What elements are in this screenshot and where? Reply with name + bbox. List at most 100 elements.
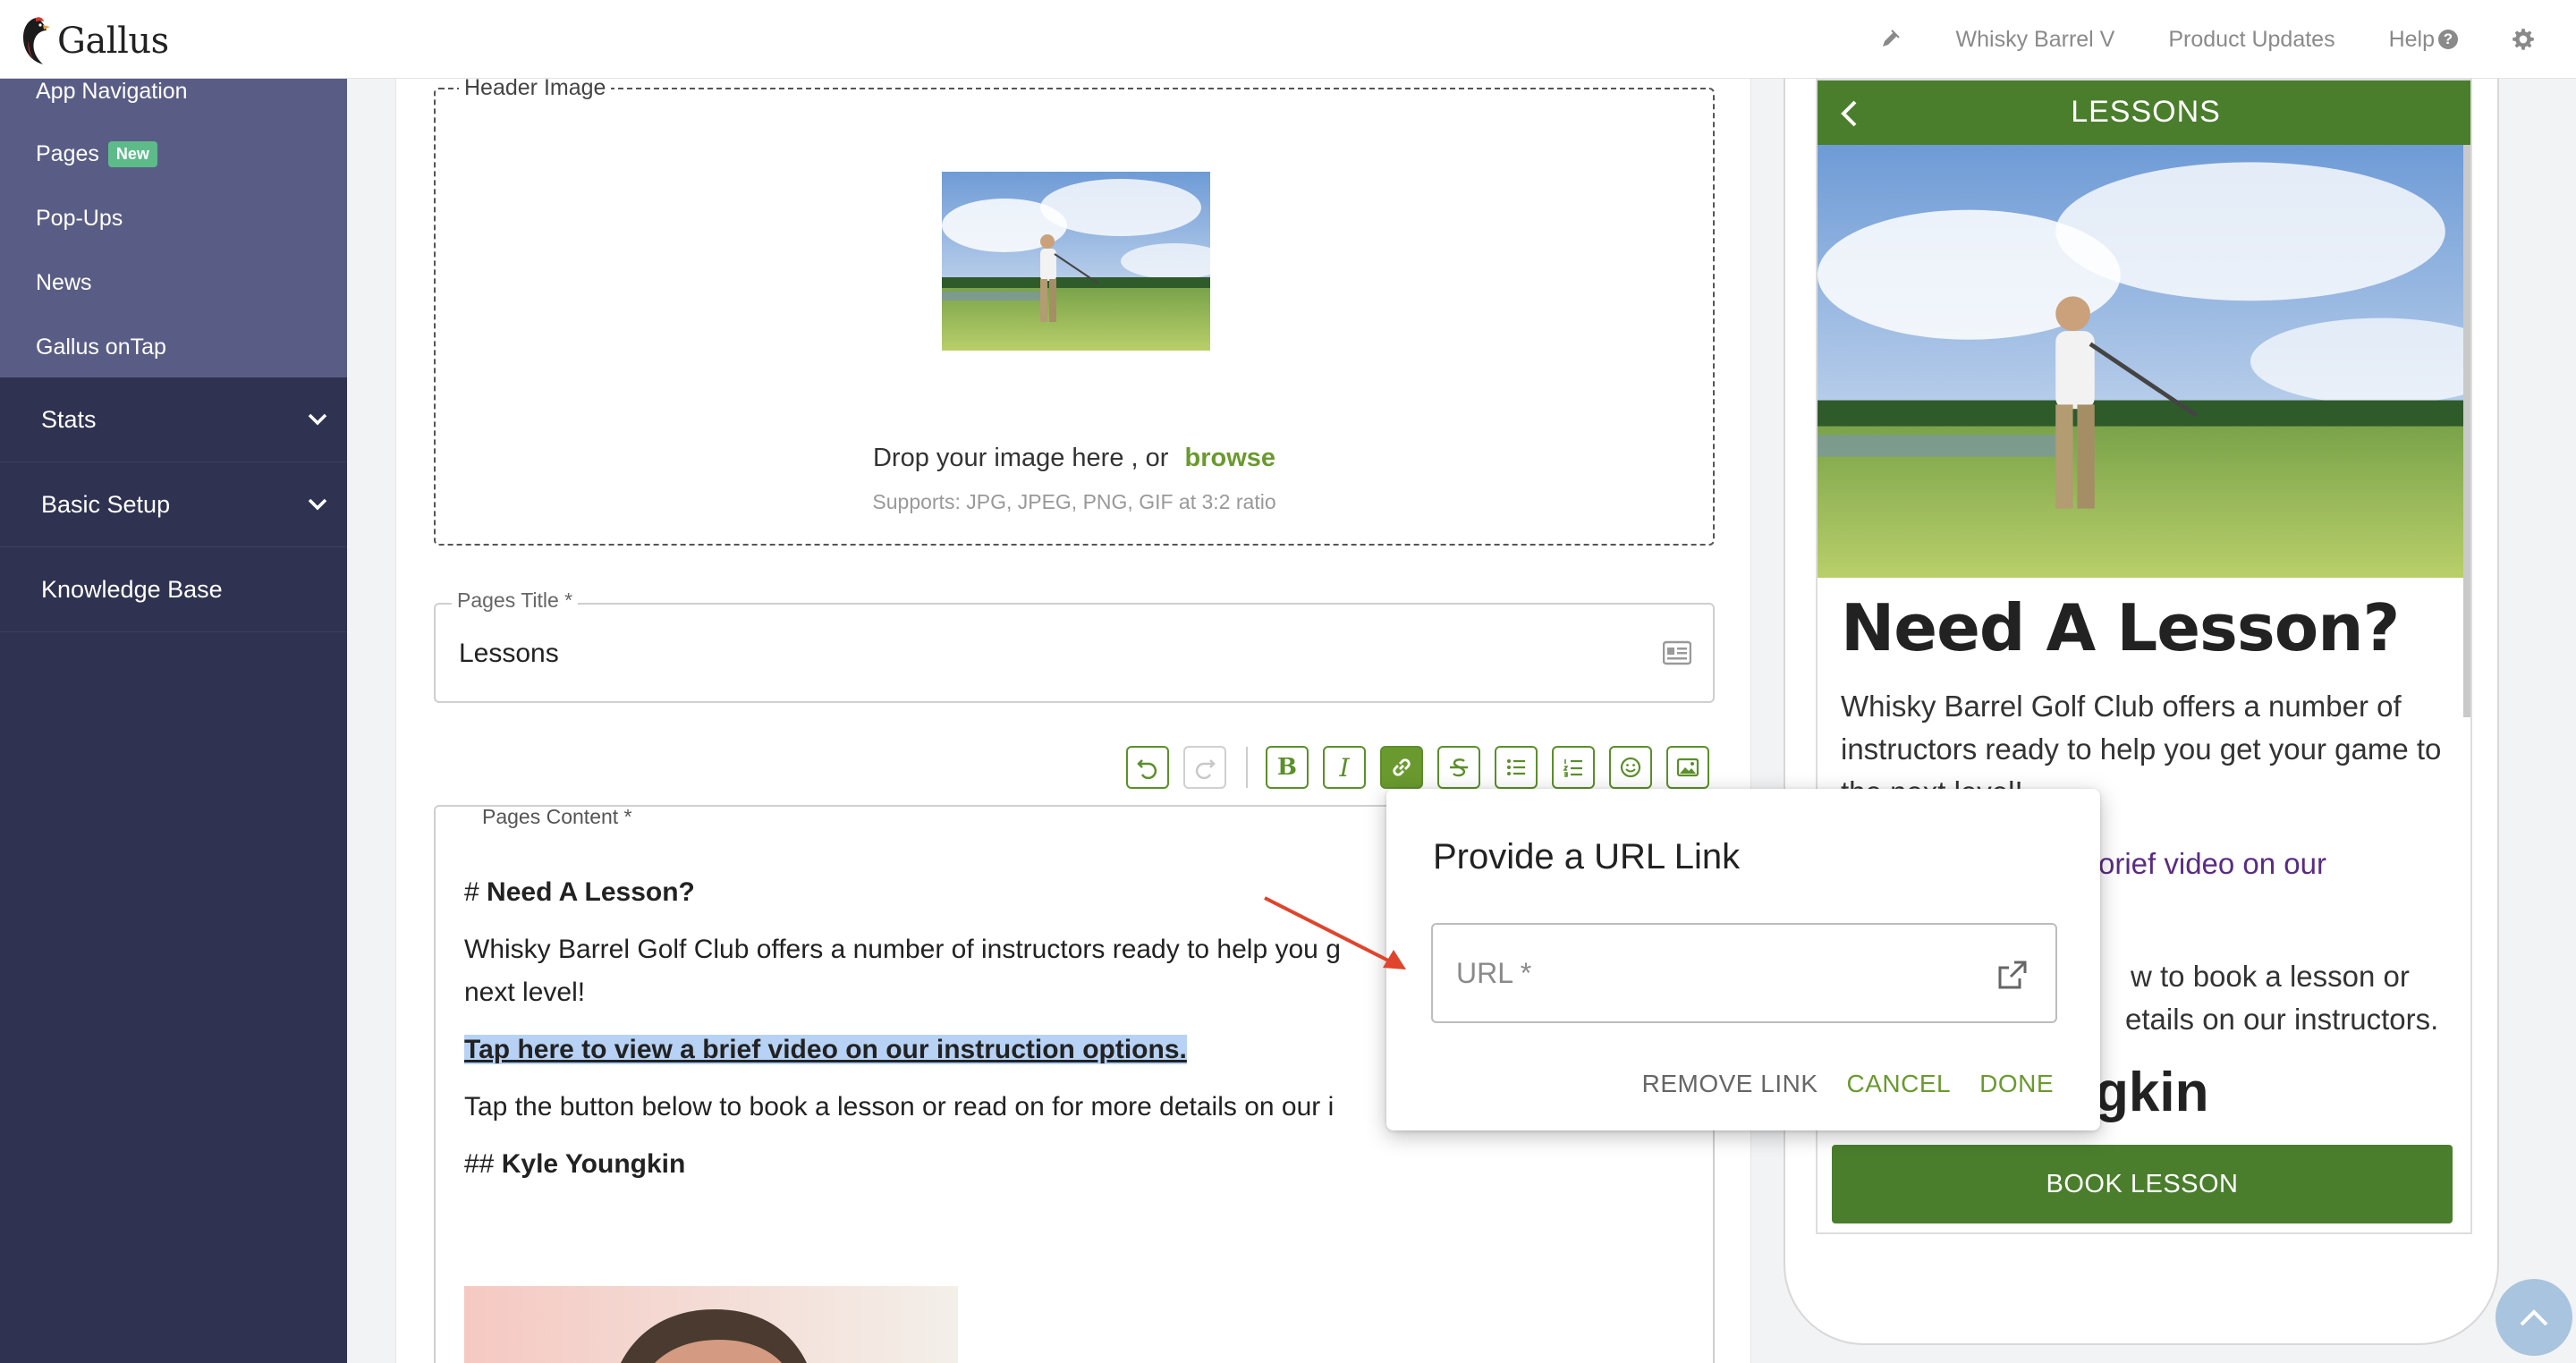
h2-text: Kyle Youngkin — [501, 1149, 686, 1179]
sidebar-section-knowledge-base[interactable]: Knowledge Base — [0, 547, 347, 632]
browse-link[interactable]: browse — [1184, 444, 1275, 472]
done-button[interactable]: DONE — [1979, 1070, 2054, 1098]
brand-name: Gallus — [57, 21, 169, 62]
brand-logo[interactable]: Gallus — [16, 14, 169, 68]
preview-p2-line2: etails on our instructors. — [2125, 1003, 2439, 1036]
open-external-icon[interactable] — [1995, 957, 2030, 993]
preview-header-title: LESSONS — [2071, 95, 2221, 129]
sidebar-section-label: Knowledge Base — [41, 575, 223, 603]
settings-gear-icon[interactable] — [2512, 28, 2535, 51]
numbered-list-button[interactable] — [1552, 746, 1595, 789]
top-nav: Whisky Barrel V Product Updates Help ? — [1879, 0, 2576, 79]
rich-text-toolbar: B I — [1126, 744, 1709, 791]
url-input[interactable]: URL * — [1431, 923, 2057, 1023]
sidebar-item-label: Pages — [36, 140, 99, 166]
h1-marker: # — [464, 877, 479, 907]
redo-button[interactable] — [1183, 746, 1226, 789]
bullet-list-icon — [1507, 759, 1525, 775]
header-image-thumbnail — [942, 172, 1210, 351]
preview-p2-line1: w to book a lesson or — [2131, 960, 2410, 993]
url-placeholder: URL * — [1456, 957, 1532, 989]
sidebar-section-label: Stats — [41, 405, 97, 433]
supported-formats: Supports: JPG, JPEG, PNG, GIF at 3:2 rat… — [872, 490, 1276, 513]
italic-button[interactable]: I — [1323, 746, 1366, 789]
preview-h1: Need A Lesson? — [1841, 590, 2400, 665]
chevron-up-icon — [2520, 1309, 2548, 1326]
cancel-button[interactable]: CANCEL — [1847, 1070, 1952, 1098]
preview-header-image — [1818, 145, 2467, 578]
redo-icon — [1195, 759, 1216, 780]
smiley-icon — [1620, 757, 1641, 778]
emoji-button[interactable] — [1609, 746, 1652, 789]
italic-icon: I — [1339, 752, 1350, 783]
sidebar-section-stats[interactable]: Stats — [0, 377, 347, 462]
undo-button[interactable] — [1126, 746, 1169, 789]
sidebar-item-pop-ups[interactable]: Pop-Ups — [0, 186, 347, 250]
sidebar-item-label: News — [36, 269, 92, 295]
sidebar-section-label: Basic Setup — [41, 490, 171, 518]
url-link-dialog: Provide a URL Link URL * REMOVE LINK CAN… — [1386, 789, 2100, 1130]
chevron-down-icon — [308, 498, 327, 511]
preview-h2-text: gkin — [2095, 1062, 2209, 1123]
phone-frame: LESSONS Need A Lesson? Whisky Barrel Gol… — [1784, 61, 2499, 1345]
pages-content-legend: Pages Content * — [477, 807, 638, 829]
preview-scrollbar[interactable] — [2463, 145, 2470, 717]
bold-button[interactable]: B — [1266, 746, 1309, 789]
dialog-actions: REMOVE LINK CANCEL DONE — [1614, 1070, 2054, 1098]
bullet-list-button[interactable] — [1495, 746, 1538, 789]
sidebar-item-label: App Navigation — [36, 79, 188, 104]
scroll-to-top-button[interactable] — [2496, 1279, 2572, 1356]
content-h2: ## Kyle Youngkin — [464, 1143, 1681, 1186]
sidebar-item-pages[interactable]: Pages New — [0, 122, 347, 186]
drop-text: Drop your image here , or — [872, 444, 1169, 472]
strikethrough-button[interactable] — [1437, 746, 1480, 789]
sidebar-item-news[interactable]: News — [0, 250, 347, 315]
strikethrough-icon — [1450, 758, 1468, 777]
book-lesson-button[interactable]: BOOK LESSON — [1832, 1145, 2453, 1223]
paragraph-1-line-2: next level! — [464, 978, 586, 1007]
h1-text: Need A Lesson? — [487, 877, 695, 907]
insert-image-button[interactable] — [1666, 746, 1709, 789]
pages-title-value[interactable]: Lessons — [459, 639, 559, 669]
numbered-list-icon — [1563, 759, 1582, 777]
help-link[interactable]: Help ? — [2389, 27, 2458, 53]
help-label: Help — [2388, 26, 2435, 52]
preview-header: LESSONS — [1818, 80, 2470, 145]
header-image-legend: Header Image — [459, 75, 612, 101]
top-bar: Gallus Whisky Barrel V Product Updates H… — [0, 0, 2576, 79]
chevron-down-icon — [308, 413, 327, 426]
link-icon — [1393, 758, 1411, 776]
sidebar-section-basic-setup[interactable]: Basic Setup — [0, 462, 347, 547]
edit-pen-icon[interactable] — [1879, 29, 1901, 50]
sidebar: App Navigation Pages New Pop-Ups News Ga… — [0, 79, 347, 1363]
instructor-photo — [464, 1286, 958, 1363]
toolbar-divider — [1246, 747, 1248, 788]
drop-instructions: Drop your image here , or browse — [436, 444, 1713, 473]
pages-title-field[interactable]: Pages Title * Lessons — [434, 588, 1715, 703]
h2-marker: ## — [464, 1149, 495, 1179]
help-icon: ? — [2438, 30, 2458, 49]
mobile-preview: LESSONS Need A Lesson? Whisky Barrel Gol… — [1784, 61, 2499, 1363]
selected-link-text[interactable]: Tap here to view a brief video on our in… — [464, 1035, 1187, 1064]
product-updates-link[interactable]: Product Updates — [2168, 27, 2334, 53]
link-button[interactable] — [1380, 746, 1423, 789]
image-icon — [1676, 758, 1699, 777]
site-selector[interactable]: Whisky Barrel V — [1956, 27, 2115, 53]
sidebar-item-app-navigation[interactable]: App Navigation — [0, 79, 347, 104]
remove-link-button[interactable]: REMOVE LINK — [1642, 1070, 1818, 1098]
preview-link-text: orief video on our — [2098, 847, 2326, 880]
undo-icon — [1137, 759, 1157, 780]
page-editor: Header Image Drop your image here , or b… — [395, 75, 1751, 1363]
paragraph-1-line-1: Whisky Barrel Golf Club offers a number … — [464, 935, 1341, 964]
new-badge: New — [107, 140, 157, 167]
bold-icon: B — [1277, 754, 1297, 781]
rooster-logo-icon — [23, 17, 50, 64]
sidebar-item-label: Gallus onTap — [36, 334, 166, 360]
sidebar-item-label: Pop-Ups — [36, 205, 123, 231]
header-image-dropzone[interactable]: Header Image Drop your image here , or b… — [434, 75, 1715, 546]
sidebar-subnav: App Navigation Pages New Pop-Ups News Ga… — [0, 79, 347, 377]
annotation-arrow-icon — [1264, 896, 1406, 969]
sidebar-item-gallus-ontap[interactable]: Gallus onTap — [0, 315, 347, 379]
dialog-title: Provide a URL Link — [1433, 837, 1741, 876]
pages-title-legend: Pages Title * — [452, 588, 579, 613]
